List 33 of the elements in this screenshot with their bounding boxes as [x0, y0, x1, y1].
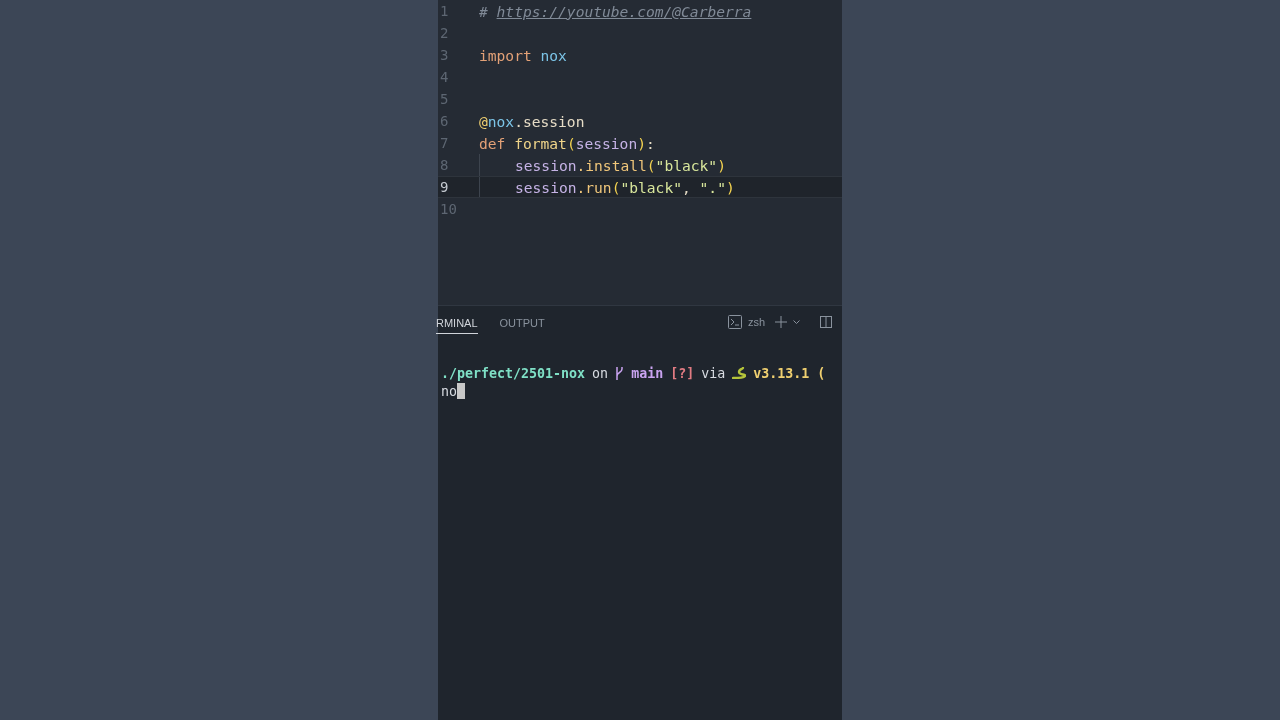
line-number: 5: [439, 91, 450, 107]
command-input[interactable]: no: [441, 383, 457, 399]
line-number: 6: [439, 113, 450, 129]
text-cursor: [457, 383, 465, 399]
terminal-icon[interactable]: [727, 315, 742, 329]
line-number: 2: [439, 25, 450, 41]
branch-icon: [615, 366, 625, 380]
code-line: session.install("black"): [515, 156, 726, 174]
chevron-down-icon[interactable]: [793, 319, 800, 325]
line-number: 9: [439, 179, 450, 195]
line-number: 4: [439, 69, 450, 85]
line-number: 3: [439, 47, 450, 63]
code-line: # https://youtube.com/@Carberra: [479, 2, 752, 20]
line-number: 1: [439, 3, 450, 19]
line-number: 8: [439, 157, 450, 173]
branch-name: main: [631, 365, 664, 381]
code-line: @nox.session: [479, 112, 585, 130]
code-line: session.run("black", "."): [515, 178, 735, 196]
line-number: 10: [439, 201, 458, 217]
panel-tab[interactable]: OUTPUT: [499, 310, 545, 334]
prompt-text: on: [592, 365, 609, 381]
plus-icon[interactable]: [775, 316, 787, 328]
line-number: 7: [439, 135, 450, 151]
prompt-text: via: [701, 365, 726, 381]
python-version: v3.13.1 (: [753, 365, 826, 381]
code-line: def format(session):: [479, 134, 655, 152]
shell-name[interactable]: zsh: [747, 316, 765, 328]
prompt-path: ./perfect/2501-nox: [441, 365, 586, 381]
split-icon[interactable]: [820, 316, 832, 328]
panel-tab[interactable]: RMINAL: [436, 310, 478, 334]
git-status: [?]: [670, 365, 695, 381]
code-line: import nox: [479, 46, 567, 64]
snake-icon: [732, 367, 747, 379]
